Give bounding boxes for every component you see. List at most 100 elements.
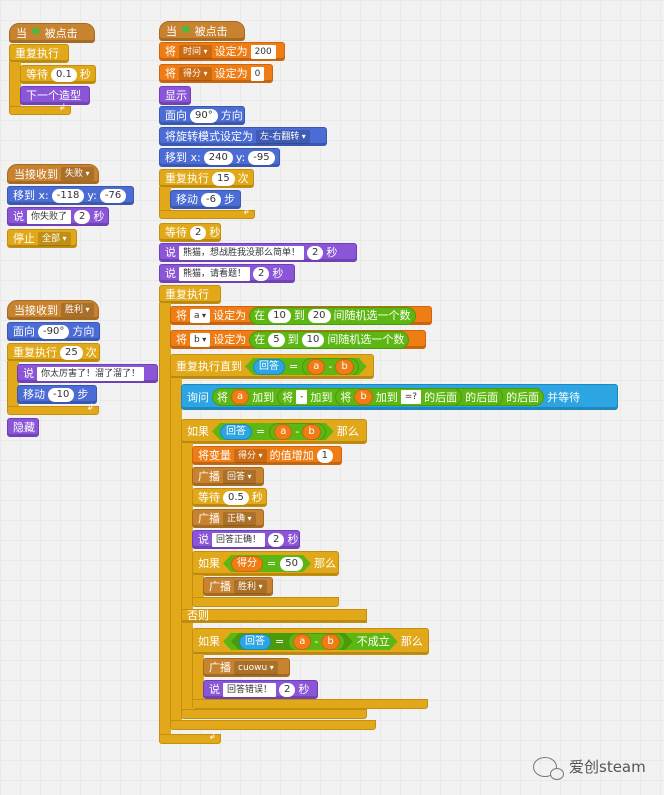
hide-block[interactable]: 隐藏 xyxy=(7,418,39,437)
variable-dropdown[interactable]: a xyxy=(190,308,211,323)
join-operator[interactable]: 将 b 加到 =? 的后面 xyxy=(335,388,463,406)
when-receive-hat[interactable]: 当接收到 失败 xyxy=(7,164,99,184)
stop-block[interactable]: 停止 全部 xyxy=(7,229,77,248)
say-text-input[interactable]: 熊猫，请看题！ xyxy=(179,266,251,281)
say-seconds-input[interactable]: 2 xyxy=(268,532,285,547)
subtract-operator[interactable]: a - b xyxy=(288,633,344,651)
when-flag-clicked-hat[interactable]: 当 ⚑ 被点击 xyxy=(159,21,245,41)
value-input[interactable]: 200 xyxy=(250,44,276,59)
say-seconds-input[interactable]: 2 xyxy=(74,209,91,224)
var-a-reporter[interactable]: a xyxy=(293,634,311,650)
answer-reporter[interactable]: 回答 xyxy=(253,359,285,375)
var-a-reporter[interactable]: a xyxy=(231,389,250,405)
wait-seconds-input[interactable]: 0.1 xyxy=(51,67,77,82)
answer-reporter[interactable]: 回答 xyxy=(239,634,271,650)
variable-dropdown[interactable]: 得分 xyxy=(179,66,212,81)
repeat-block[interactable]: 重复执行 25 次 xyxy=(7,343,100,362)
broadcast-block[interactable]: 广播 胜利 xyxy=(203,577,273,596)
pick-random-operator[interactable]: 在 10 到 20 间随机选一个数 xyxy=(249,306,416,325)
x-input[interactable]: -118 xyxy=(51,188,85,203)
say-seconds-input[interactable]: 2 xyxy=(307,245,324,260)
set-a-random-block[interactable]: 将 a 设定为 在 10 到 20 间随机选一个数 xyxy=(170,306,432,325)
move-block[interactable]: 移动 -6 步 xyxy=(170,190,241,209)
random-to-input[interactable]: 10 xyxy=(301,332,325,347)
message-dropdown[interactable]: 回答 xyxy=(223,469,256,484)
say-text-input[interactable]: 你太厉害了！溜了溜了！ xyxy=(37,366,145,381)
if-block[interactable]: 如果 得分 = 50 那么 xyxy=(192,551,339,576)
y-input[interactable]: -76 xyxy=(99,188,127,203)
join-operator[interactable]: 将 - 加到 将 b 加到 =? 的后面 的后面 xyxy=(277,388,504,406)
say-seconds-input[interactable]: 2 xyxy=(253,266,270,281)
repeat-until-block[interactable]: 重复执行直到 回答 = a - b xyxy=(170,354,374,379)
repeat-count-input[interactable]: 25 xyxy=(60,345,83,360)
point-direction-block[interactable]: 面向 -90° 方向 xyxy=(7,322,100,341)
direction-input[interactable]: -90° xyxy=(38,324,70,339)
wait-block[interactable]: 等待 2 秒 xyxy=(159,223,221,242)
when-flag-clicked-hat[interactable]: 当 ⚑ 被点击 xyxy=(9,23,95,43)
ask-and-wait-block[interactable]: 询问 将 a 加到 将 - 加到 将 b 加到 =? 的后面 的后面 的后面 并… xyxy=(181,384,618,410)
random-from-input[interactable]: 5 xyxy=(268,332,285,347)
answer-reporter[interactable]: 回答 xyxy=(220,424,252,440)
set-variable-block[interactable]: 将 得分 设定为 0 xyxy=(159,64,273,83)
say-text-input[interactable]: 回答正确！ xyxy=(212,532,266,547)
move-steps-input[interactable]: -10 xyxy=(48,387,75,402)
var-b-reporter[interactable]: b xyxy=(335,359,353,375)
var-b-reporter[interactable]: b xyxy=(302,424,320,440)
message-dropdown[interactable]: 胜利 xyxy=(234,579,267,594)
score-reporter[interactable]: 得分 xyxy=(231,556,263,572)
message-dropdown[interactable]: cuowu xyxy=(234,660,278,675)
change-variable-block[interactable]: 将变量 得分 的值增加 1 xyxy=(192,446,342,465)
wait-seconds-input[interactable]: 0.5 xyxy=(223,490,249,505)
broadcast-block[interactable]: 广播 cuowu xyxy=(203,658,290,677)
question-text-input[interactable]: =? xyxy=(400,390,422,404)
variable-dropdown[interactable]: 时间 xyxy=(179,44,212,59)
random-from-input[interactable]: 10 xyxy=(268,308,291,323)
set-variable-block[interactable]: 将 时间 设定为 200 xyxy=(159,42,285,61)
rotation-style-block[interactable]: 将旋转模式设定为 左-右翻转 xyxy=(159,127,327,146)
say-text-input[interactable]: 熊猫，想战胜我没那么简单！ xyxy=(179,245,305,260)
variable-dropdown[interactable]: 得分 xyxy=(234,448,267,463)
wait-block[interactable]: 等待 0.5 秒 xyxy=(192,488,267,507)
x-input[interactable]: 240 xyxy=(203,150,233,165)
show-block[interactable]: 显示 xyxy=(159,86,191,105)
say-for-secs-block[interactable]: 说 你失败了 2 秒 xyxy=(7,207,109,226)
forever-block[interactable]: 重复执行 xyxy=(9,44,69,63)
broadcast-block[interactable]: 广播 正确 xyxy=(192,509,264,528)
if-else-block[interactable]: 如果 回答 = a - b 那么 xyxy=(181,419,367,444)
var-b-reporter[interactable]: b xyxy=(321,634,339,650)
subtract-operator[interactable]: a - b xyxy=(269,423,325,441)
goto-xy-block[interactable]: 移到 x: -118 y: -76 xyxy=(7,186,134,205)
join-operator[interactable]: 将 a 加到 将 - 加到 将 b 加到 =? 的后面 的后面 的后面 xyxy=(212,388,545,406)
say-for-secs-block[interactable]: 说 熊猫，想战胜我没那么简单！ 2 秒 xyxy=(159,243,357,262)
say-for-secs-block[interactable]: 说 回答正确！ 2 秒 xyxy=(192,530,300,549)
move-block[interactable]: 移动 -10 步 xyxy=(17,385,97,404)
equals-operator[interactable]: 回答 = a - b xyxy=(212,423,334,440)
subtract-operator[interactable]: a - b xyxy=(302,358,358,376)
y-input[interactable]: -95 xyxy=(248,150,275,165)
repeat-count-input[interactable]: 15 xyxy=(212,171,235,186)
next-costume-block[interactable]: 下一个造型 xyxy=(20,86,90,105)
value-input[interactable]: 0 xyxy=(250,66,265,81)
compare-value-input[interactable]: 50 xyxy=(280,557,303,571)
when-receive-hat[interactable]: 当接收到 胜利 xyxy=(7,300,99,320)
var-a-reporter[interactable]: a xyxy=(307,359,325,375)
variable-dropdown[interactable]: b xyxy=(190,332,211,347)
minus-text-input[interactable]: - xyxy=(296,390,308,404)
say-text-input[interactable]: 回答错误！ xyxy=(223,682,277,697)
goto-xy-block[interactable]: 移到 x: 240 y: -95 xyxy=(159,148,280,167)
equals-operator[interactable]: 得分 = 50 xyxy=(223,555,311,572)
change-value-input[interactable]: 1 xyxy=(316,448,333,463)
equals-operator[interactable]: 回答 = a - b xyxy=(231,633,353,650)
say-text-input[interactable]: 你失败了 xyxy=(27,209,72,224)
equals-operator[interactable]: 回答 = a - b xyxy=(245,358,367,375)
var-b-reporter[interactable]: b xyxy=(354,389,373,405)
message-dropdown[interactable]: 正确 xyxy=(223,511,256,526)
say-block[interactable]: 说 你太厉害了！溜了溜了！ xyxy=(17,364,158,383)
stop-dropdown[interactable]: 全部 xyxy=(38,231,71,246)
say-seconds-input[interactable]: 2 xyxy=(279,682,296,697)
point-direction-block[interactable]: 面向 90° 方向 xyxy=(159,106,245,125)
random-to-input[interactable]: 20 xyxy=(307,308,331,323)
set-b-random-block[interactable]: 将 b 设定为 在 5 到 10 间随机选一个数 xyxy=(170,330,426,349)
if-block[interactable]: 如果 回答 = a - b 不成立 那么 xyxy=(192,628,429,655)
direction-input[interactable]: 90° xyxy=(190,108,218,123)
